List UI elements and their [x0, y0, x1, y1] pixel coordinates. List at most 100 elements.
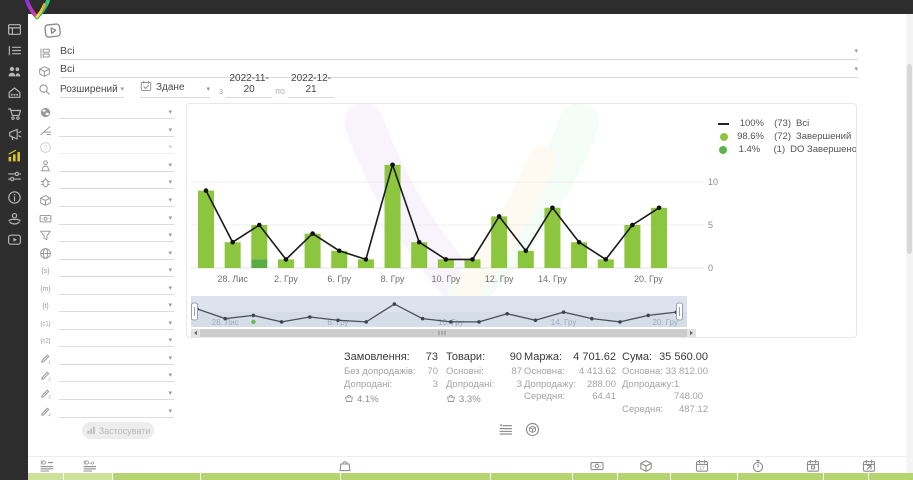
levels-icon	[38, 124, 53, 137]
filter-select-6[interactable]: ▾	[59, 194, 174, 207]
payment-icon	[38, 212, 53, 225]
stats-column-1: Замовлення:73Без допродажів:70Допродані:…	[344, 351, 438, 416]
filter-row-7: ▾	[38, 209, 174, 227]
filter-select-16[interactable]: ▾	[59, 369, 174, 382]
marketing-icon	[7, 127, 22, 147]
filter-row-8: ▾	[38, 227, 174, 245]
legend-item-1[interactable]: 100%(73)Всі	[715, 117, 857, 130]
rail-item-support[interactable]	[0, 210, 28, 231]
filter-select-10[interactable]: ▾	[59, 264, 174, 277]
chevron-down-icon: ▾	[168, 231, 172, 241]
rail-item-company[interactable]	[0, 84, 28, 105]
search-mode-select[interactable]: Розширений ▾	[60, 84, 124, 98]
filter-panel: ▾▾?▾▾▾▾▾▾▾{s}▾{m}▾{t}▾{c1}▾{c2}▾1▾2▾3▾4▾	[38, 104, 174, 420]
department-select[interactable]: Всі ▾	[60, 45, 858, 60]
rail-item-dashboard[interactable]	[0, 21, 28, 42]
stat-sub-value: 87	[511, 366, 522, 379]
stat-title: Маржа:	[524, 351, 562, 363]
product-icon	[38, 65, 52, 78]
apply-button[interactable]: Застосувати	[82, 422, 154, 439]
clients-icon	[7, 64, 22, 84]
stat-sub-value: 33 812.00	[666, 366, 708, 379]
table-header-divider	[670, 473, 671, 480]
svg-text:{s}: {s}	[41, 268, 50, 275]
filter-select-8[interactable]: ▾	[59, 229, 174, 242]
page-scrollbar-thumb[interactable]	[907, 64, 912, 254]
app-logo[interactable]	[22, 0, 52, 20]
svg-text:6. Гру: 6. Гру	[327, 274, 351, 284]
chart-card: 051028. Лис2. Гру6. Гру8. Гру10. Гру12. …	[186, 103, 857, 338]
filter-select-11[interactable]: ▾	[59, 282, 174, 295]
svg-text:5: 5	[708, 220, 713, 230]
date-field-select[interactable]: Здане ▾	[140, 80, 210, 98]
search-mode-value: Розширений	[60, 84, 118, 95]
filter-select-7[interactable]: ▾	[59, 212, 174, 225]
rail-item-orders[interactable]	[0, 42, 28, 63]
custom-field-3-icon: 3	[38, 387, 53, 400]
filter-select-4[interactable]: ▾	[59, 159, 174, 172]
rail-item-info[interactable]	[0, 189, 28, 210]
stat-value: 90	[510, 351, 522, 363]
rail-item-video[interactable]	[0, 231, 28, 252]
filter-select-13[interactable]: ▾	[59, 317, 174, 330]
help-icon: ?	[38, 141, 53, 154]
date-to-input[interactable]: 2022-12-21	[288, 73, 334, 98]
brush-handle-right[interactable]	[677, 303, 683, 320]
list-view-button[interactable]	[498, 422, 513, 442]
cube-view-button[interactable]	[525, 422, 540, 442]
chevron-down-icon: ▾	[168, 214, 172, 224]
legend-percent: 100%	[732, 118, 764, 129]
table-header-cell	[28, 473, 112, 480]
rail-item-marketing[interactable]	[0, 126, 28, 147]
legend-item-3[interactable]: 1.4%(1)DO Завершено	[715, 143, 857, 156]
apply-chart-icon	[86, 425, 96, 437]
statistics-icon	[7, 148, 22, 168]
badge-icon	[38, 176, 53, 189]
brush-scrollbar[interactable]	[191, 329, 696, 337]
stat-sub-label: Основна:	[524, 366, 565, 379]
date-field-value: Здане	[156, 82, 185, 93]
chevron-down-icon: ▾	[168, 301, 172, 311]
filter-row-3: ?▾	[38, 139, 174, 157]
demo-video-button[interactable]	[43, 21, 62, 38]
brush-chart[interactable]: 28. Лис6. Гру10. Гру14. Гру20. Гру	[187, 294, 857, 338]
support-icon	[7, 211, 22, 231]
filter-select-17[interactable]: ▾	[59, 387, 174, 400]
table-header-divider	[823, 473, 824, 480]
date-from-label: з	[216, 86, 226, 98]
stat-value: 4 701.62	[573, 351, 616, 363]
rail-item-clients[interactable]	[0, 63, 28, 84]
brush-handle-left[interactable]	[192, 303, 198, 320]
product-filter-row: Всі ▾	[38, 62, 858, 78]
filter-select-1[interactable]: ▾	[59, 106, 174, 119]
filter-select-5[interactable]: ▾	[59, 176, 174, 189]
svg-text:{m}: {m}	[40, 286, 51, 293]
filter-row-10: {s} ▾	[38, 262, 174, 280]
filter-select-14[interactable]: ▾	[59, 334, 174, 347]
utm-term-icon: {t}	[38, 299, 53, 312]
filter-select-12[interactable]: ▾	[59, 299, 174, 312]
filter-select-2[interactable]: ▾	[59, 124, 174, 137]
legend-label: DO Завершено	[785, 144, 857, 155]
legend-item-2[interactable]: 98.6%(72)Завершений	[715, 130, 857, 143]
dashboard-icon	[7, 22, 22, 42]
chevron-down-icon: ▾	[168, 354, 172, 364]
top-bar	[0, 0, 913, 14]
filter-select-3[interactable]: ▾	[59, 141, 174, 154]
stat-sub-label: Без допродажів:	[344, 366, 416, 379]
svg-text:28. Лис: 28. Лис	[217, 274, 248, 284]
date-from-input[interactable]: 2022-11-20	[226, 73, 272, 98]
stat-sub-label: Середня:	[622, 404, 663, 417]
filter-select-18[interactable]: ▾	[59, 405, 174, 418]
filter-select-15[interactable]: ▾	[59, 352, 174, 365]
stat-sub-value: 288.00	[587, 379, 616, 392]
site-icon	[38, 106, 53, 119]
filter-select-9[interactable]: ▾	[59, 247, 174, 260]
rail-item-settings[interactable]	[0, 168, 28, 189]
chevron-down-icon: ▾	[168, 284, 172, 294]
table-header-divider	[63, 473, 64, 480]
product-select[interactable]: Всі ▾	[60, 63, 858, 78]
rail-item-statistics[interactable]	[0, 147, 28, 168]
stat-sub-label: Основні:	[446, 366, 484, 379]
rail-item-cart[interactable]	[0, 105, 28, 126]
